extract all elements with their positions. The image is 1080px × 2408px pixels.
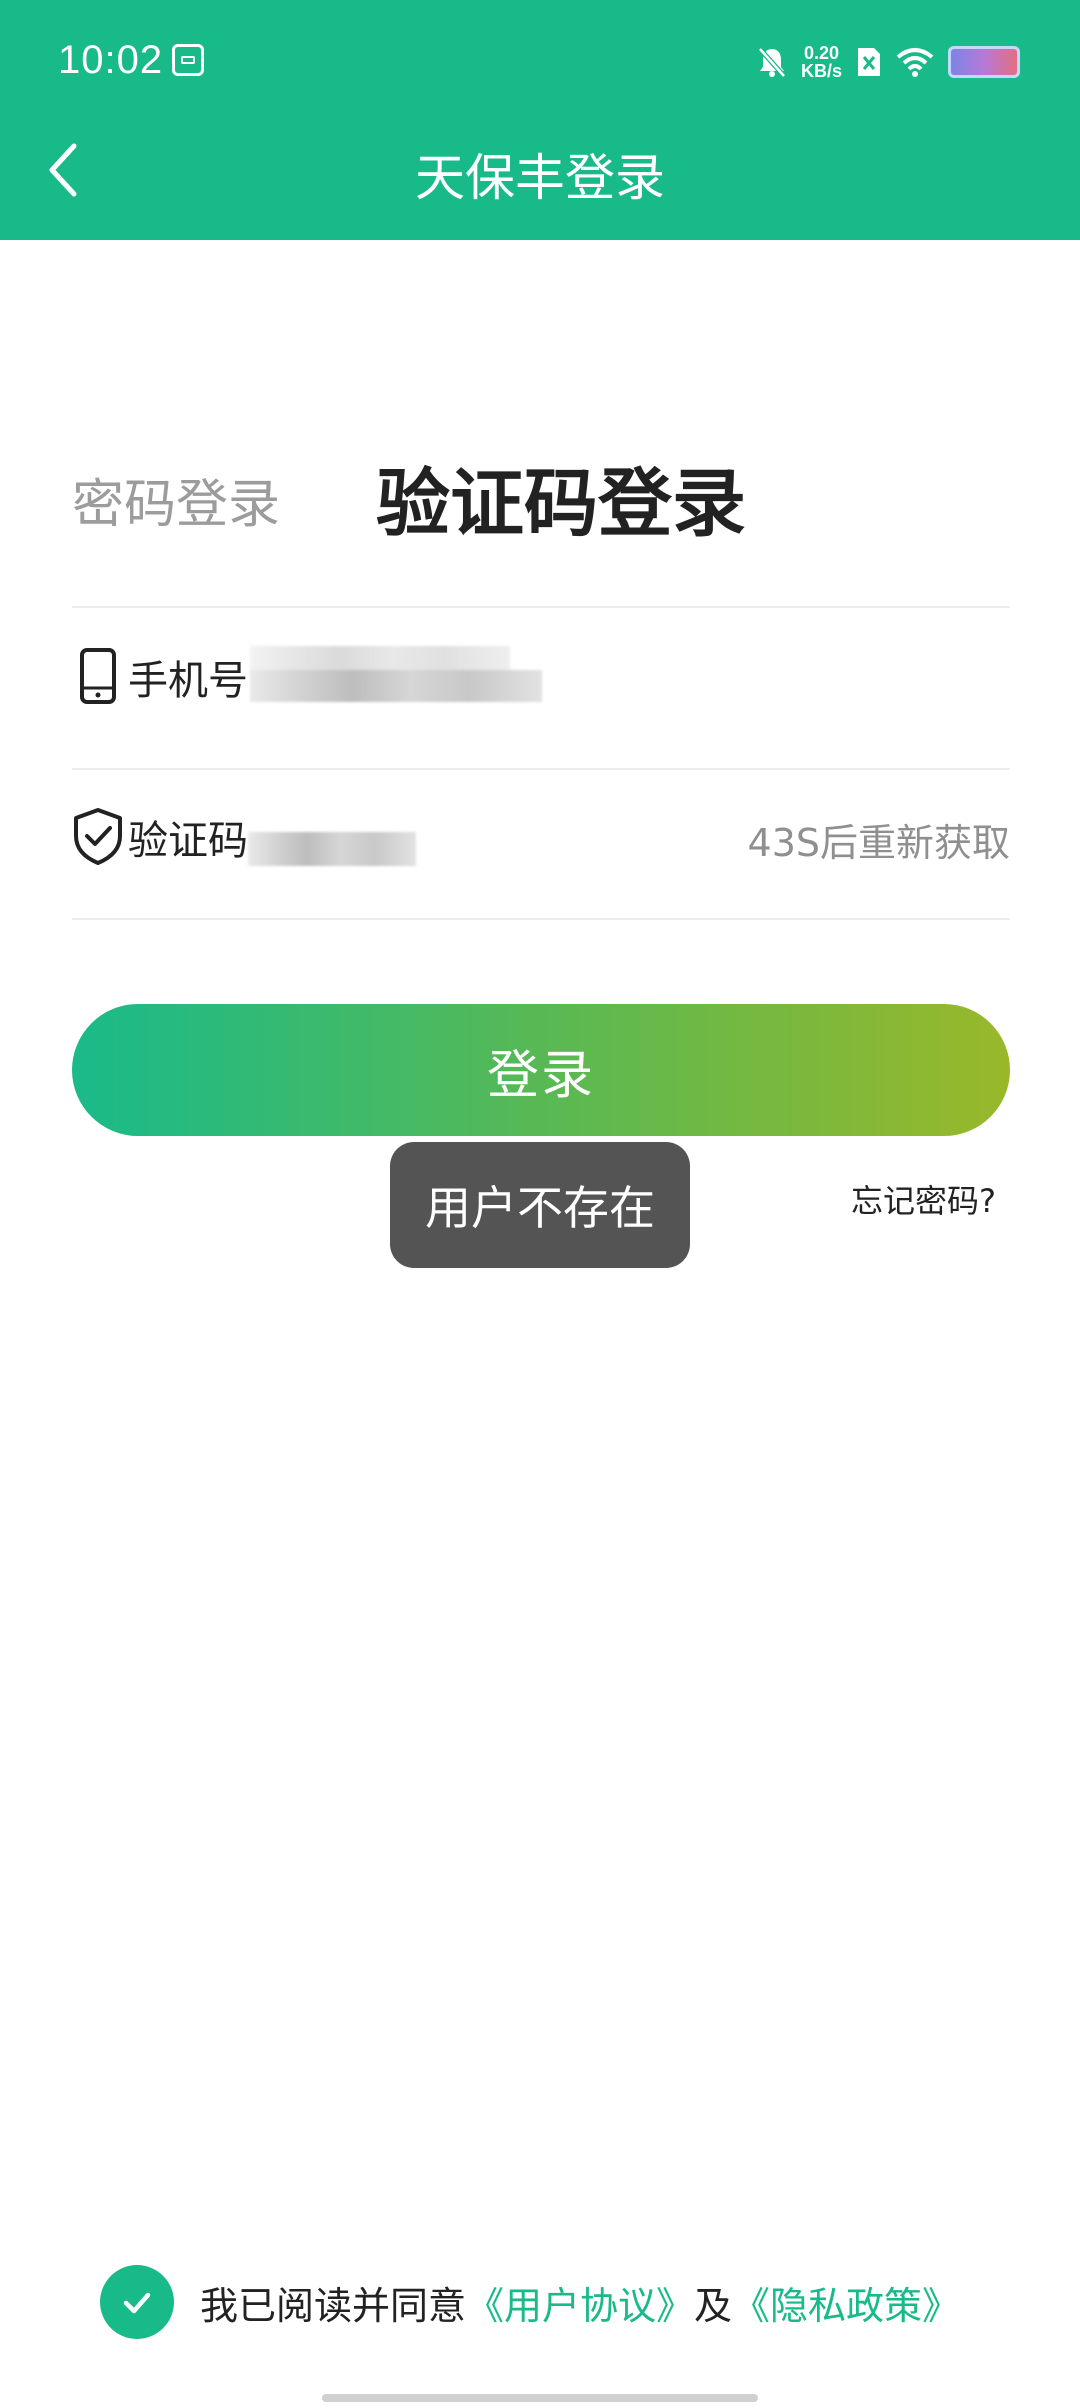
- network-speed-unit: KB/s: [800, 61, 842, 81]
- code-value-redacted: [248, 832, 416, 866]
- forgot-password-link[interactable]: 忘记密码?: [851, 1176, 996, 1222]
- resend-code-button[interactable]: 43S后重新获取: [748, 812, 1010, 867]
- status-time: 10:02: [58, 38, 164, 82]
- code-label: 验证码: [128, 818, 248, 864]
- phone-field[interactable]: 手机号: [72, 626, 1010, 746]
- sim-x-icon: [858, 48, 880, 76]
- divider: [72, 918, 1010, 920]
- app-header: 10:02 0.20 KB/s 天保丰登录: [0, 0, 1080, 240]
- status-icons: 0.20 KB/s: [757, 40, 1020, 84]
- wifi-icon: [896, 48, 934, 77]
- network-speed: 0.20 KB/s: [801, 44, 842, 80]
- tab-password-login[interactable]: 密码登录: [72, 462, 280, 537]
- agreement-checkbox[interactable]: [100, 2265, 174, 2339]
- mute-bell-icon: [758, 47, 786, 78]
- shield-check-icon: [74, 808, 122, 865]
- battery-icon: [948, 46, 1020, 78]
- code-field[interactable]: 验证码 43S后重新获取: [72, 786, 1010, 906]
- home-indicator[interactable]: [322, 2394, 758, 2402]
- agreement-prefix: 我已阅读并同意: [200, 2283, 467, 2328]
- phone-value-redacted: [250, 670, 542, 702]
- page-title: 天保丰登录: [415, 149, 665, 207]
- agreement-text: 我已阅读并同意《用户协议》及《隐私政策》: [200, 2275, 960, 2330]
- divider: [72, 606, 1010, 608]
- user-agreement-link[interactable]: 《用户协议》: [466, 2284, 694, 2328]
- toast-message: 用户不存在: [390, 1142, 690, 1268]
- login-button[interactable]: 登录: [72, 1004, 1010, 1136]
- calendar-icon: [172, 44, 204, 76]
- check-icon: [123, 2292, 151, 2314]
- divider: [72, 768, 1010, 770]
- network-speed-value: 0.20: [803, 43, 840, 63]
- phone-label: 手机号: [128, 658, 248, 704]
- agreement-row: 我已阅读并同意《用户协议》及《隐私政策》: [100, 2262, 960, 2342]
- privacy-policy-link[interactable]: 《隐私政策》: [732, 2284, 960, 2328]
- agreement-and: 及: [694, 2283, 733, 2328]
- phone-icon: [80, 648, 116, 704]
- tab-code-login[interactable]: 验证码登录: [376, 444, 746, 551]
